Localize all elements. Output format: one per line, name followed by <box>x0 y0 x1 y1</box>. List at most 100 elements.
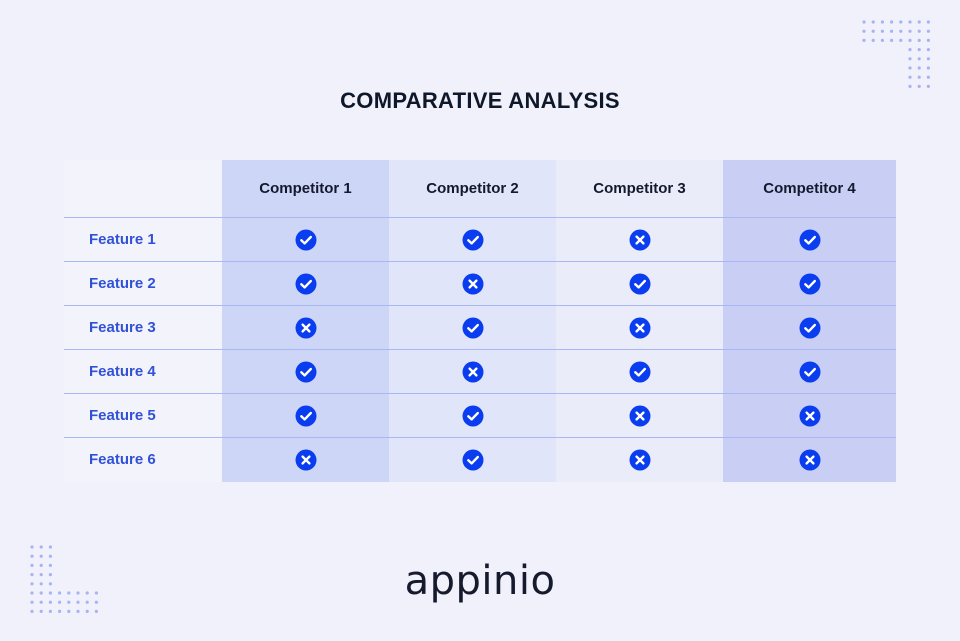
decorative-dot <box>926 48 930 52</box>
decorative-dot <box>908 66 912 70</box>
value-cell <box>723 438 896 481</box>
decorative-dot <box>94 609 98 613</box>
decorative-dot <box>917 29 921 33</box>
decorative-dot <box>908 75 912 79</box>
x-circle-icon <box>799 449 820 470</box>
value-cell <box>556 438 723 481</box>
check-circle-icon <box>799 229 820 250</box>
feature-cell: Feature 2 <box>64 262 222 305</box>
table-row: Feature 1 <box>64 217 896 261</box>
value-cell <box>556 218 723 261</box>
feature-label: Feature 4 <box>89 363 156 380</box>
check-circle-icon <box>462 449 483 470</box>
header-empty-cell <box>64 160 222 217</box>
value-cell <box>389 262 556 305</box>
decorative-dot <box>908 20 912 24</box>
decorative-dot <box>862 38 866 42</box>
decorative-dot <box>917 38 921 42</box>
decorative-dot <box>908 38 912 42</box>
check-circle-icon <box>799 317 820 338</box>
value-cell <box>556 350 723 393</box>
table-row: Feature 3 <box>64 305 896 349</box>
dot-pattern-top-right <box>862 20 930 88</box>
feature-cell: Feature 4 <box>64 350 222 393</box>
decorative-dot <box>926 20 930 24</box>
value-cell <box>222 218 389 261</box>
decorative-dot <box>880 38 884 42</box>
feature-label: Feature 6 <box>89 451 156 468</box>
check-circle-icon <box>462 229 483 250</box>
decorative-dot <box>58 609 62 613</box>
decorative-dot <box>899 38 903 42</box>
decorative-dot <box>917 57 921 61</box>
feature-cell: Feature 1 <box>64 218 222 261</box>
value-cell <box>723 350 896 393</box>
decorative-dot <box>890 38 894 42</box>
feature-label: Feature 3 <box>89 319 156 336</box>
decorative-dot <box>871 38 875 42</box>
decorative-dot <box>890 20 894 24</box>
decorative-dot <box>862 29 866 33</box>
decorative-dot <box>85 609 89 613</box>
appinio-logo: appinio <box>404 558 556 604</box>
column-header: Competitor 2 <box>389 160 556 217</box>
table-row: Feature 5 <box>64 393 896 437</box>
column-header-label: Competitor 2 <box>426 180 519 197</box>
decorative-dot <box>917 84 921 88</box>
value-cell <box>389 438 556 481</box>
feature-label: Feature 5 <box>89 407 156 424</box>
x-circle-icon <box>629 449 650 470</box>
x-circle-icon <box>462 361 483 382</box>
column-header: Competitor 1 <box>222 160 389 217</box>
decorative-dot <box>917 75 921 79</box>
check-circle-icon <box>295 405 316 426</box>
decorative-dot <box>39 609 43 613</box>
decorative-dot <box>48 545 52 549</box>
value-cell <box>389 394 556 437</box>
value-cell <box>222 394 389 437</box>
column-header-label: Competitor 4 <box>763 180 856 197</box>
decorative-dot <box>48 609 52 613</box>
value-cell <box>222 438 389 481</box>
decorative-dot <box>926 75 930 79</box>
feature-cell: Feature 6 <box>64 438 222 481</box>
check-circle-icon <box>295 229 316 250</box>
decorative-dot <box>926 29 930 33</box>
feature-label: Feature 2 <box>89 275 156 292</box>
column-header: Competitor 3 <box>556 160 723 217</box>
check-circle-icon <box>295 273 316 294</box>
decorative-dot <box>67 609 71 613</box>
value-cell <box>723 218 896 261</box>
decorative-dot <box>926 66 930 70</box>
value-cell <box>723 394 896 437</box>
table-row: Feature 2 <box>64 261 896 305</box>
decorative-dot <box>30 545 34 549</box>
decorative-dot <box>30 609 34 613</box>
check-circle-icon <box>629 273 650 294</box>
value-cell <box>556 306 723 349</box>
decorative-dot <box>908 57 912 61</box>
x-circle-icon <box>295 317 316 338</box>
decorative-dot <box>39 545 43 549</box>
comparison-table: Competitor 1 Competitor 2 Competitor 3 C… <box>64 160 896 482</box>
feature-cell: Feature 5 <box>64 394 222 437</box>
decorative-dot <box>880 29 884 33</box>
x-circle-icon <box>799 405 820 426</box>
check-circle-icon <box>799 273 820 294</box>
decorative-dot <box>926 84 930 88</box>
column-header-label: Competitor 1 <box>259 180 352 197</box>
feature-label: Feature 1 <box>89 231 156 248</box>
x-circle-icon <box>629 317 650 338</box>
decorative-dot <box>917 20 921 24</box>
check-circle-icon <box>295 361 316 382</box>
decorative-dot <box>871 20 875 24</box>
decorative-dot <box>908 84 912 88</box>
decorative-dot <box>871 29 875 33</box>
column-header: Competitor 4 <box>723 160 896 217</box>
decorative-dot <box>908 29 912 33</box>
value-cell <box>389 306 556 349</box>
check-circle-icon <box>462 405 483 426</box>
value-cell <box>389 218 556 261</box>
table-row: Feature 6 <box>64 437 896 481</box>
decorative-dot <box>917 48 921 52</box>
